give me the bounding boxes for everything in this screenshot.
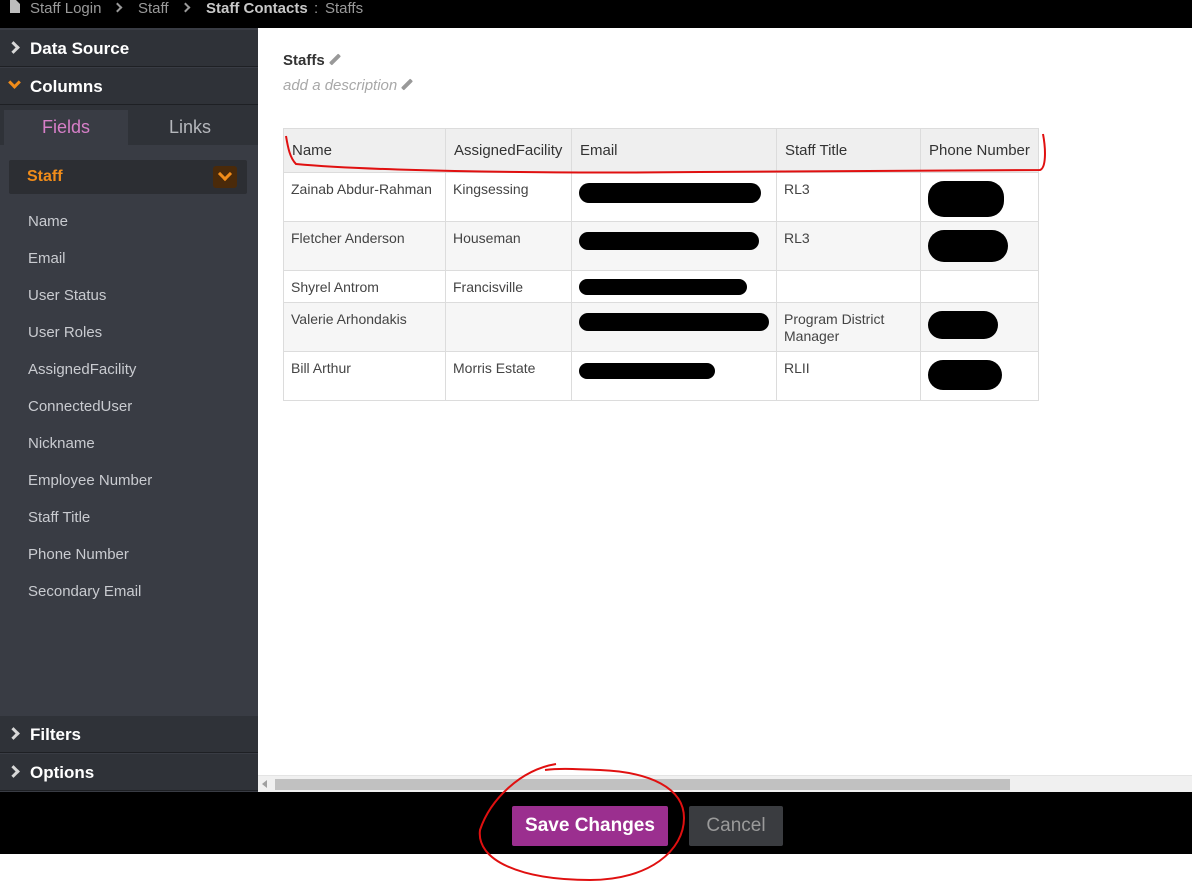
field-item-connected-user[interactable]: ConnectedUser <box>28 398 132 415</box>
cell-name: Fletcher Anderson <box>283 221 446 271</box>
cell-email <box>571 172 777 222</box>
field-item-phone-number[interactable]: Phone Number <box>28 546 129 563</box>
redaction-mark <box>928 230 1008 262</box>
cell-name: Valerie Arhondakis <box>283 302 446 352</box>
cell-phone <box>920 351 1039 401</box>
horizontal-scrollbar[interactable] <box>258 775 1192 792</box>
column-header[interactable]: Phone Number <box>920 128 1039 173</box>
chevron-right-icon <box>112 2 123 13</box>
cell-title: RLII <box>776 351 921 401</box>
column-header[interactable]: Name <box>283 128 446 173</box>
table-row[interactable]: Fletcher Anderson Houseman RL3 <box>283 221 1039 271</box>
table-header-row: Name AssignedFacility Email Staff Title … <box>283 128 1039 173</box>
field-item-staff-title[interactable]: Staff Title <box>28 509 90 526</box>
field-item-email[interactable]: Email <box>28 250 66 267</box>
field-item-user-status[interactable]: User Status <box>28 287 106 304</box>
cell-email <box>571 302 777 352</box>
section-label: Options <box>30 763 95 782</box>
column-header[interactable]: Email <box>571 128 777 173</box>
view-description[interactable]: add a description <box>283 77 414 94</box>
cell-phone <box>920 270 1039 303</box>
breadcrumb-staff-login[interactable]: Staff Login <box>30 0 101 18</box>
object-select[interactable]: Staff <box>9 160 247 194</box>
cell-title: RL3 <box>776 172 921 222</box>
save-changes-button[interactable]: Save Changes <box>512 806 668 846</box>
field-item-assigned-facility[interactable]: AssignedFacility <box>28 361 136 378</box>
breadcrumb-view: Staffs <box>325 0 364 17</box>
object-select-label: Staff <box>27 168 63 185</box>
footer-bar: Save Changes Cancel <box>0 792 1192 854</box>
table-row[interactable]: Zainab Abdur-Rahman Kingsessing RL3 <box>283 172 1039 222</box>
tab-fields[interactable]: Fields <box>4 110 128 145</box>
cancel-button[interactable]: Cancel <box>689 806 783 846</box>
redaction-mark <box>579 313 769 331</box>
scroll-left-arrow-icon[interactable] <box>262 780 267 788</box>
redaction-mark <box>579 363 715 379</box>
cell-facility: Kingsessing <box>445 172 572 222</box>
description-placeholder: add a description <box>283 77 398 94</box>
chevron-down-icon <box>8 76 21 89</box>
field-item-nickname[interactable]: Nickname <box>28 435 95 452</box>
table-row[interactable]: Bill Arthur Morris Estate RLII <box>283 351 1039 401</box>
table-row[interactable]: Shyrel Antrom Francisville <box>283 270 1039 303</box>
cell-title: RL3 <box>776 221 921 271</box>
cell-facility: Francisville <box>445 270 572 303</box>
breadcrumb-separator: : <box>314 0 319 17</box>
cell-title <box>776 270 921 303</box>
section-label: Columns <box>30 77 103 96</box>
breadcrumb-staff-contacts[interactable]: Staff Contacts <box>206 0 308 18</box>
cell-phone <box>920 302 1039 352</box>
section-label: Filters <box>30 725 82 744</box>
column-header[interactable]: Staff Title <box>776 128 921 173</box>
redaction-mark <box>579 232 759 250</box>
breadcrumb: Staff Login Staff Staff Contacts : Staff… <box>0 0 1192 28</box>
section-data-source[interactable]: Data Source <box>0 30 258 67</box>
document-icon <box>10 0 20 13</box>
data-table: Name AssignedFacility Email Staff Title … <box>283 128 1039 401</box>
table-row[interactable]: Valerie Arhondakis Program District Mana… <box>283 302 1039 352</box>
sidebar: Data Source Columns Fields Links Staff N… <box>0 28 258 792</box>
section-columns[interactable]: Columns <box>0 68 258 105</box>
tab-links[interactable]: Links <box>128 110 252 145</box>
cell-facility <box>445 302 572 352</box>
cell-facility: Houseman <box>445 221 572 271</box>
cell-name: Zainab Abdur-Rahman <box>283 172 446 222</box>
view-title-text: Staffs <box>283 52 325 69</box>
cell-name: Shyrel Antrom <box>283 270 446 303</box>
chevron-right-icon <box>7 727 20 740</box>
view-title[interactable]: Staffs <box>283 52 341 69</box>
column-header[interactable]: AssignedFacility <box>445 128 572 173</box>
chevron-right-icon <box>7 765 20 778</box>
column-tabs: Fields Links <box>0 105 258 145</box>
cell-title: Program District Manager <box>776 302 921 352</box>
section-filters[interactable]: Filters <box>0 716 258 753</box>
pencil-icon[interactable] <box>328 53 341 66</box>
chevron-down-icon[interactable] <box>213 166 237 188</box>
redaction-mark <box>579 183 761 203</box>
cell-email <box>571 270 777 303</box>
cell-email <box>571 351 777 401</box>
cell-phone <box>920 172 1039 222</box>
redaction-mark <box>579 279 747 295</box>
cell-name: Bill Arthur <box>283 351 446 401</box>
field-item-user-roles[interactable]: User Roles <box>28 324 102 341</box>
cell-email <box>571 221 777 271</box>
pencil-icon[interactable] <box>401 78 414 91</box>
field-item-secondary-email[interactable]: Secondary Email <box>28 583 141 600</box>
cell-phone <box>920 221 1039 271</box>
cell-facility: Morris Estate <box>445 351 572 401</box>
chevron-right-icon <box>180 2 191 13</box>
scroll-thumb[interactable] <box>275 779 1010 790</box>
redaction-mark <box>928 311 998 339</box>
redaction-mark <box>928 360 1002 390</box>
field-item-employee-number[interactable]: Employee Number <box>28 472 152 489</box>
redaction-mark <box>928 181 1004 217</box>
section-label: Data Source <box>30 39 130 58</box>
breadcrumb-staff[interactable]: Staff <box>138 0 169 18</box>
field-item-name[interactable]: Name <box>28 213 68 230</box>
chevron-right-icon <box>7 41 20 54</box>
section-options[interactable]: Options <box>0 754 258 791</box>
